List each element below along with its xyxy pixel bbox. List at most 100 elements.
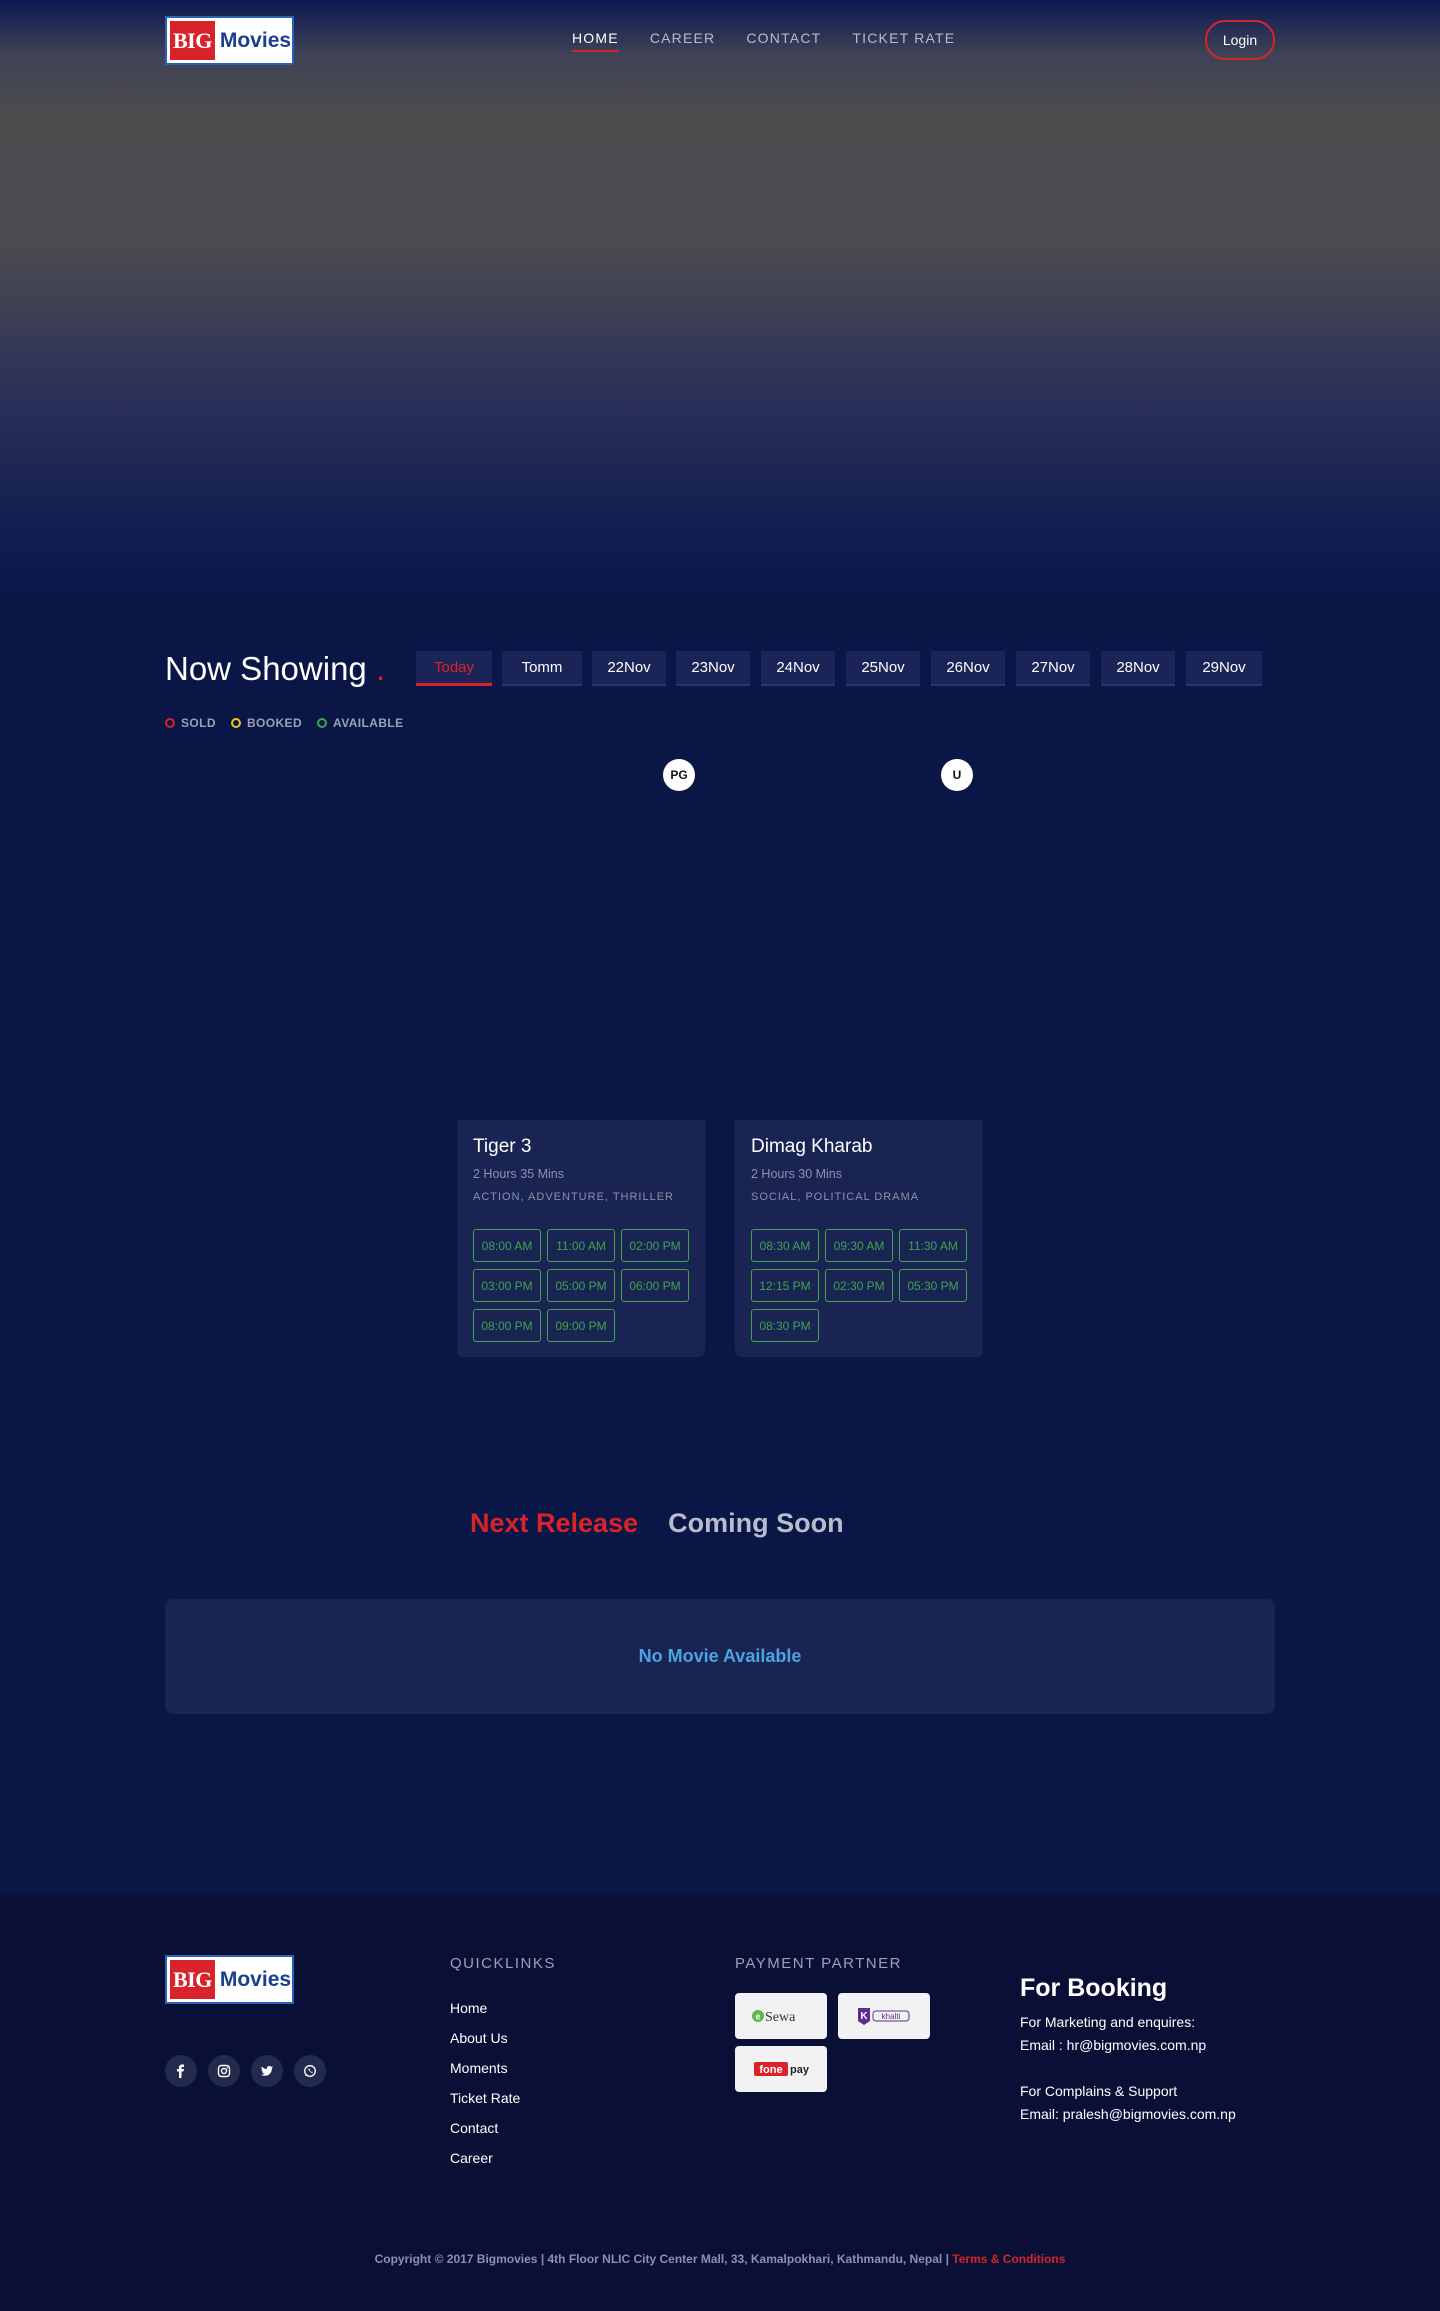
now-showing-title: Now Showing . xyxy=(165,650,385,688)
legend-sold: SOLD xyxy=(165,716,216,730)
sold-ring-icon xyxy=(165,718,175,728)
legend-booked-label: BOOKED xyxy=(246,716,303,730)
date-tab-28nov[interactable]: 28Nov xyxy=(1101,651,1175,686)
date-tab-25nov[interactable]: 25Nov xyxy=(846,651,920,686)
site-logo[interactable]: BIG Movies xyxy=(165,16,294,65)
whatsapp-icon[interactable] xyxy=(294,2055,326,2087)
date-tabs: Today Tomm 22Nov 23Nov 24Nov 25Nov 26Nov… xyxy=(416,651,1262,686)
quicklinks-list: Home About Us Moments Ticket Rate Contac… xyxy=(450,2000,520,2167)
support-email[interactable]: Email: pralesh@bigmovies.com.np xyxy=(1020,2106,1236,2122)
showtime-button[interactable]: 05:00 PM xyxy=(547,1269,615,1302)
date-tab-26nov[interactable]: 26Nov xyxy=(931,651,1005,686)
khalti-logo: K khalti xyxy=(838,1993,930,2039)
social-links xyxy=(165,2055,326,2087)
quicklink-home[interactable]: Home xyxy=(450,2000,520,2017)
svg-text:K: K xyxy=(860,2011,868,2022)
release-tabs: Next Release Coming Soon xyxy=(470,1508,844,1539)
logo-big-text: BIG xyxy=(170,21,215,60)
quicklink-career[interactable]: Career xyxy=(450,2150,520,2167)
available-ring-icon xyxy=(317,718,328,728)
movie-duration: 2 Hours 30 Mins xyxy=(751,1167,843,1181)
date-tab-today[interactable]: Today xyxy=(416,651,492,686)
showtime-button[interactable]: 08:30 PM xyxy=(751,1309,819,1342)
showtime-button[interactable]: 09:00 PM xyxy=(547,1309,615,1342)
showtime-button[interactable]: 03:00 PM xyxy=(473,1269,541,1302)
terms-link[interactable]: Terms & Conditions xyxy=(952,2252,1065,2266)
instagram-icon[interactable] xyxy=(208,2055,240,2087)
logo-big-text: BIG xyxy=(170,1960,215,1999)
date-tab-tomm[interactable]: Tomm xyxy=(502,651,582,686)
date-tab-29nov[interactable]: 29Nov xyxy=(1186,651,1262,686)
rating-badge: PG xyxy=(663,759,695,791)
now-showing-text: Now Showing xyxy=(165,650,367,687)
title-accent-dot: . xyxy=(375,650,386,687)
date-tab-22nov[interactable]: 22Nov xyxy=(592,651,666,686)
showtime-button[interactable]: 08:00 AM xyxy=(473,1229,541,1262)
tab-next-release[interactable]: Next Release xyxy=(470,1508,638,1539)
tab-coming-soon[interactable]: Coming Soon xyxy=(668,1508,843,1539)
quicklink-about-us[interactable]: About Us xyxy=(450,2030,520,2047)
legend-sold-label: SOLD xyxy=(181,716,216,730)
showtime-button[interactable]: 09:30 AM xyxy=(825,1229,893,1262)
date-tab-27nov[interactable]: 27Nov xyxy=(1016,651,1090,686)
quicklink-ticket-rate[interactable]: Ticket Rate xyxy=(450,2090,520,2107)
showtime-button[interactable]: 08:30 AM xyxy=(751,1229,819,1262)
movie-card-dimag-kharab[interactable]: Dimag Kharab 2 Hours 30 Mins SOCIAL, POL… xyxy=(735,1120,983,1357)
movie-genre: ACTION, ADVENTURE, THRILLER xyxy=(473,1191,674,1203)
showtime-button[interactable]: 11:30 AM xyxy=(899,1229,967,1262)
empty-release-panel: No Movie Available xyxy=(165,1599,1275,1714)
navbar: BIG Movies HOME CAREER CONTACT TICKET RA… xyxy=(0,0,1440,80)
svg-text:e: e xyxy=(755,2012,760,2022)
quicklink-moments[interactable]: Moments xyxy=(450,2060,520,2077)
booked-ring-icon xyxy=(230,718,241,728)
facebook-icon[interactable] xyxy=(165,2055,197,2087)
nav-contact[interactable]: CONTACT xyxy=(746,30,821,52)
nav-home[interactable]: HOME xyxy=(572,30,619,52)
showtime-button[interactable]: 08:00 PM xyxy=(473,1309,541,1342)
hero-banner xyxy=(0,0,1440,600)
legend-booked: BOOKED xyxy=(230,716,303,730)
showtime-button[interactable]: 02:00 PM xyxy=(621,1229,689,1262)
twitter-icon[interactable] xyxy=(251,2055,283,2087)
logo-movies-text: Movies xyxy=(219,28,292,52)
showtime-grid: 08:00 AM 11:00 AM 02:00 PM 03:00 PM 05:0… xyxy=(473,1229,690,1342)
footer-logo[interactable]: BIG Movies xyxy=(165,1955,294,2004)
movie-duration: 2 Hours 35 Mins xyxy=(473,1167,565,1181)
copyright: Copyright © 2017 Bigmovies | 4th Floor N… xyxy=(0,2252,1440,2266)
movie-genre: SOCIAL, POLITICAL DRAMA xyxy=(751,1191,920,1203)
login-button[interactable]: Login xyxy=(1205,20,1275,60)
svg-text:khalti: khalti xyxy=(882,2012,901,2021)
date-tab-23nov[interactable]: 23Nov xyxy=(676,651,750,686)
svg-text:pay: pay xyxy=(790,2064,810,2076)
no-movie-message: No Movie Available xyxy=(638,1646,802,1666)
showtime-button[interactable]: 05:30 PM xyxy=(899,1269,967,1302)
rating-badge: U xyxy=(941,759,973,791)
svg-text:Sewa: Sewa xyxy=(765,2010,796,2025)
quicklinks-heading: QUICKLINKS xyxy=(450,1955,556,1972)
movie-title[interactable]: Dimag Kharab xyxy=(751,1136,968,1158)
nav-career[interactable]: CAREER xyxy=(650,30,716,52)
showtime-grid: 08:30 AM 09:30 AM 11:30 AM 12:15 PM 02:3… xyxy=(751,1229,968,1342)
date-tab-24nov[interactable]: 24Nov xyxy=(761,651,835,686)
showtime-button[interactable]: 06:00 PM xyxy=(621,1269,689,1302)
showtime-button[interactable]: 11:00 AM xyxy=(547,1229,615,1262)
legend-available-label: AVAILABLE xyxy=(333,716,404,730)
support-label: For Complains & Support xyxy=(1020,2083,1178,2099)
marketing-email[interactable]: Email : hr@bigmovies.com.np xyxy=(1020,2037,1206,2053)
copyright-text: Copyright © 2017 Bigmovies | 4th Floor N… xyxy=(374,2252,949,2266)
movie-card-tiger-3[interactable]: Tiger 3 2 Hours 35 Mins ACTION, ADVENTUR… xyxy=(457,1120,705,1357)
footer: BIG Movies xyxy=(0,1895,1440,2311)
showtime-button[interactable]: 12:15 PM xyxy=(751,1269,819,1302)
movie-title[interactable]: Tiger 3 xyxy=(473,1136,690,1158)
main-nav: HOME CAREER CONTACT TICKET RATE xyxy=(572,30,955,52)
showtime-button[interactable]: 02:30 PM xyxy=(825,1269,893,1302)
fonepay-logo: fone pay xyxy=(735,2046,827,2092)
nav-ticket-rate[interactable]: TICKET RATE xyxy=(852,30,955,52)
marketing-label: For Marketing and enquires: xyxy=(1020,2014,1196,2030)
svg-text:fone: fone xyxy=(759,2064,782,2076)
seat-legend: SOLD BOOKED AVAILABLE xyxy=(165,716,404,730)
logo-movies-text: Movies xyxy=(219,1967,292,1991)
quicklink-contact[interactable]: Contact xyxy=(450,2120,520,2137)
booking-title: For Booking xyxy=(1020,1974,1168,2002)
legend-available: AVAILABLE xyxy=(317,716,404,730)
